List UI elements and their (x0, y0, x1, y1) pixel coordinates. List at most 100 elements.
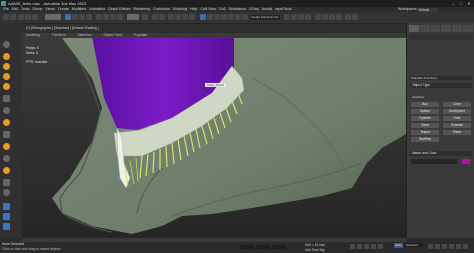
primitive-category-dropdown[interactable]: Standard Primitives (410, 76, 472, 80)
orbit-icon[interactable] (442, 244, 447, 249)
unlink-icon[interactable] (25, 14, 31, 20)
lock-icon[interactable] (3, 223, 10, 230)
helper-filter-icon[interactable] (3, 107, 10, 114)
vray-frame-buffer-icon[interactable] (315, 14, 321, 20)
create-tab-icon[interactable] (409, 25, 419, 32)
autogrid-checkbox[interactable]: AutoGrid (412, 95, 424, 99)
bind-spacewarp-icon[interactable] (32, 14, 38, 20)
material-editor-icon[interactable] (284, 14, 290, 20)
box-button[interactable]: Box (411, 102, 439, 107)
keyboard-shortcut-icon[interactable] (159, 14, 165, 20)
zoom-icon[interactable] (428, 244, 433, 249)
region-select-icon[interactable] (79, 14, 85, 20)
link-icon[interactable] (18, 14, 24, 20)
key-filter-dropdown[interactable]: Selected (405, 243, 423, 247)
undo-icon[interactable] (3, 14, 9, 20)
align-icon[interactable] (214, 14, 220, 20)
snaps-toggle-icon[interactable] (168, 14, 174, 20)
object-name-field[interactable] (411, 159, 457, 164)
rendered-frame-window-icon[interactable] (298, 14, 304, 20)
display-none-icon[interactable] (3, 179, 10, 186)
sphere-button[interactable]: Sphere (411, 109, 439, 114)
scene-explorer-icon[interactable] (3, 41, 10, 48)
go-to-start-icon[interactable] (350, 244, 355, 249)
geometry-filter-icon[interactable] (3, 63, 10, 70)
move-icon[interactable] (96, 14, 102, 20)
toggle-layer-explorer-icon[interactable] (228, 14, 234, 20)
app-icon[interactable] (1, 1, 6, 6)
select-manipulate-icon[interactable] (152, 14, 158, 20)
schematic-view-icon[interactable] (242, 14, 248, 20)
tube-button[interactable]: Tube (443, 116, 471, 121)
maximize-viewport-icon[interactable] (463, 244, 468, 249)
next-frame-icon[interactable] (371, 244, 376, 249)
sort-icon[interactable] (3, 213, 10, 220)
teapot-button[interactable]: Teapot (411, 130, 439, 135)
cylinder-button[interactable]: Cylinder (411, 116, 439, 121)
light-filter-icon[interactable] (3, 83, 10, 90)
pan-view-icon[interactable] (449, 244, 454, 249)
x-coordinate-field[interactable] (240, 245, 254, 249)
create-category-icons[interactable] (409, 34, 473, 40)
placement-icon[interactable] (117, 14, 123, 20)
mirror-icon[interactable] (207, 14, 213, 20)
field-of-view-icon[interactable] (456, 244, 461, 249)
redo-icon[interactable] (10, 14, 16, 20)
perspective-viewport[interactable]: Polys: 0 Verts: 0 FPS: Inactive Cloth_Pp… (22, 38, 406, 238)
render-setup-icon[interactable] (291, 14, 297, 20)
selection-set-dropdown[interactable]: Create Selection Set (250, 14, 280, 20)
rotate-icon[interactable] (103, 14, 109, 20)
torus-button[interactable]: Torus (411, 123, 439, 128)
edit-named-selection-icon[interactable] (200, 14, 206, 20)
hierarchy-tab-icon[interactable] (430, 25, 441, 32)
arnold-ipr-icon[interactable] (352, 14, 358, 20)
cone-button[interactable]: Cone (443, 102, 471, 107)
name-and-color-rollout[interactable]: Name and Color (410, 151, 472, 156)
display-tab-icon[interactable] (452, 25, 463, 32)
arnold-render-icon[interactable] (345, 14, 351, 20)
camera-filter-icon[interactable] (3, 95, 10, 102)
object-filter-icon[interactable] (3, 53, 10, 60)
pyramid-button[interactable]: Pyramid (443, 123, 471, 128)
y-coordinate-field[interactable] (256, 245, 270, 249)
shape-filter-icon[interactable] (3, 73, 10, 80)
object-color-swatch[interactable] (462, 159, 470, 164)
vray-lister-icon[interactable] (336, 14, 342, 20)
textplus-button[interactable]: TextPlus (411, 137, 439, 142)
reference-coordinate-dropdown[interactable] (127, 14, 139, 20)
modify-tab-icon[interactable] (419, 25, 430, 32)
group-filter-icon[interactable] (3, 131, 10, 138)
vray-interactive-icon[interactable] (329, 14, 335, 20)
geosphere-button[interactable]: GeoSphere (443, 109, 471, 114)
scale-icon[interactable] (110, 14, 116, 20)
vray-render-icon[interactable] (322, 14, 328, 20)
layer-icon[interactable] (3, 203, 10, 210)
go-to-end-icon[interactable] (378, 244, 383, 249)
z-coordinate-field[interactable] (272, 245, 286, 249)
select-by-name-icon[interactable] (72, 14, 78, 20)
display-all-icon[interactable] (3, 167, 10, 174)
zoom-all-icon[interactable] (435, 244, 440, 249)
spinner-snap-icon[interactable] (189, 14, 195, 20)
viewport-label[interactable]: [+] [Orthographic ] [Standard ] [Default… (26, 26, 99, 30)
close-icon[interactable]: ✕ (466, 1, 472, 6)
curve-editor-icon[interactable] (235, 14, 241, 20)
toggle-scene-explorer-icon[interactable] (221, 14, 227, 20)
maximize-icon[interactable]: □ (458, 1, 464, 6)
spacewarp-filter-icon[interactable] (3, 119, 10, 126)
window-crossing-icon[interactable] (86, 14, 92, 20)
play-icon[interactable] (364, 244, 369, 249)
percent-snap-icon[interactable] (182, 14, 188, 20)
motion-tab-icon[interactable] (441, 25, 452, 32)
pivot-center-icon[interactable] (142, 14, 148, 20)
invert-display-icon[interactable] (3, 189, 10, 196)
workspace-dropdown[interactable]: Default (418, 7, 438, 12)
bone-filter-icon[interactable] (3, 155, 10, 162)
plane-button[interactable]: Plane (443, 130, 471, 135)
angle-snap-icon[interactable] (175, 14, 181, 20)
auto-key-button[interactable]: Auto (394, 243, 403, 248)
xref-filter-icon[interactable] (3, 143, 10, 150)
add-time-tag[interactable]: Add Time Tag (305, 248, 324, 252)
render-production-icon[interactable] (305, 14, 311, 20)
utilities-tab-icon[interactable] (463, 25, 473, 32)
